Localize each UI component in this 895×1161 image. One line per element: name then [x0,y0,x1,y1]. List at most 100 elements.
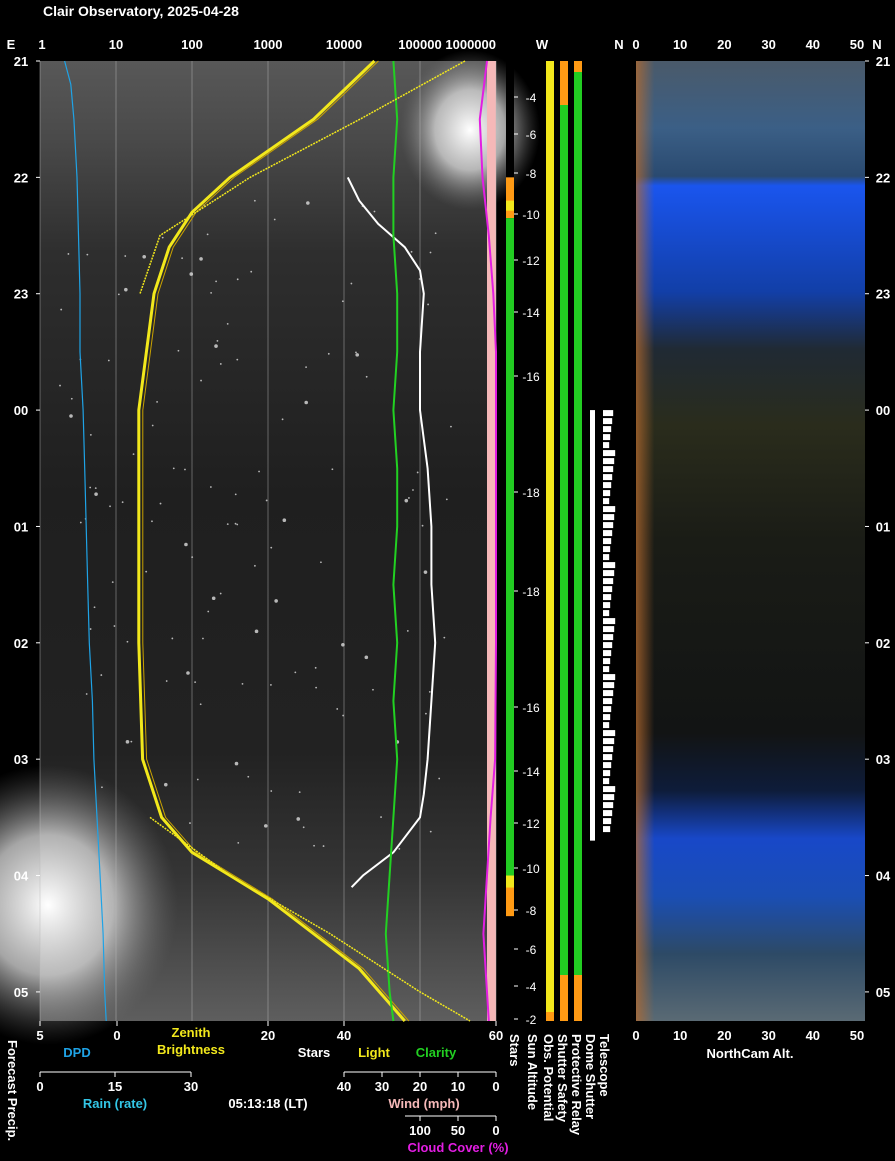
protective-relay-bar-bottom [574,975,582,1021]
time-tick-left: 21 [14,54,28,69]
sun-altitude-segment [506,61,514,178]
star-dot [438,777,441,780]
status-label: Sun Altitude [525,1034,540,1110]
telescope-activity-bar [603,458,615,465]
star-dot [109,505,111,508]
star-dot [70,397,73,400]
rain-axis-tick: 30 [184,1079,198,1094]
star-dot [322,845,325,847]
status-label: Dome Shutter [583,1034,598,1119]
label-cloud-cover: Cloud Cover (%) [407,1140,508,1155]
star-dot [211,596,216,601]
telescope-activity-bar [603,450,616,457]
star-dot [126,640,129,643]
star-dot [306,201,310,205]
telescope-activity-bar [603,722,610,729]
protective-relay-bar [574,61,582,1021]
telescope-activity-bar [603,666,610,673]
star-dot [117,293,120,296]
star-dot [215,280,217,283]
rain-axis-tick: 15 [108,1079,122,1094]
star-dot [270,790,273,792]
star-dot [327,352,330,355]
telescope-activity-bar [603,658,611,665]
star-dot [408,497,410,499]
label-wind: Wind (mph) [388,1096,459,1111]
telescope-activity-bar [603,562,616,569]
cloud-axis-tick: 100 [409,1123,431,1138]
star-dot [181,257,184,260]
star-dot [189,822,191,824]
star-dot [226,523,229,526]
star-dot [206,233,209,236]
telescope-activity-bar [603,730,616,737]
star-dot [171,637,174,640]
northcam-top-tick: 10 [673,37,687,52]
star-dot [199,257,203,261]
sun-altitude-tick: -14 [522,306,540,320]
star-dot [342,714,345,717]
star-dot [364,655,369,660]
sun-altitude-segment [506,218,514,876]
time-tick-left: 03 [14,752,28,767]
star-dot [210,291,213,294]
star-dot [355,353,360,357]
star-dot [423,570,428,574]
sky-glow-top [400,50,540,210]
star-dot [341,642,345,647]
sun-altitude-tick: -12 [522,817,540,831]
time-tick-right: 01 [876,519,890,534]
timestamp: 05:13:18 (LT) [228,1096,307,1111]
bottom-axis-tick: 40 [337,1028,351,1043]
telescope-activity-bar [603,434,611,441]
northcam-top-tick: 50 [850,37,864,52]
telescope-activity-bar [603,546,611,553]
northcam-bottom-tick: 30 [761,1028,775,1043]
star-dot [111,581,114,584]
sun-altitude-tick: -18 [522,486,540,500]
protective-relay-bar-top [574,61,582,72]
telescope-activity-bar [603,610,610,617]
telescope-activity-bar [603,474,613,481]
star-dot [209,486,212,488]
telescope-activity-bar [603,826,611,833]
star-dot [202,637,204,640]
telescope-activity-bar [603,594,612,601]
star-dot [79,521,82,524]
top-axis-tick: 100 [181,37,203,52]
star-dot [270,546,273,549]
star-dot [124,255,127,257]
obs-potential-bar-bottom [546,1012,554,1021]
star-dot [113,625,116,627]
star-dot [142,254,147,259]
star-dot [412,489,414,491]
telescope-activity-bar [603,426,612,433]
time-tick-right: 02 [876,636,890,651]
star-dot [236,523,239,526]
star-dot [443,636,446,639]
northcam-label-n-left: N [614,37,623,52]
telescope-activity-bar [603,650,612,657]
star-dot [294,671,297,674]
sun-altitude-tick: -4 [526,91,537,105]
star-dot [281,418,284,421]
star-dot [250,270,253,273]
label-brightness: Brightness [157,1042,225,1057]
star-dot [189,272,194,276]
northcam-top-tick: 20 [717,37,731,52]
star-dot [89,628,92,630]
star-dot [151,520,153,523]
wind-axis-tick: 20 [413,1079,427,1094]
telescope-activity-bar [603,570,615,577]
star-dot [372,688,374,691]
star-dot [60,308,63,311]
telescope-activity-bar [603,738,615,745]
star-dot [89,433,92,436]
northcam-top-tick: 0 [632,37,639,52]
telescope-activity-bar [603,714,611,721]
star-dot [234,761,239,766]
sun-altitude-tick: -6 [526,943,537,957]
star-dot [236,278,239,281]
time-tick-left: 01 [14,519,28,534]
star-dot [69,414,73,418]
